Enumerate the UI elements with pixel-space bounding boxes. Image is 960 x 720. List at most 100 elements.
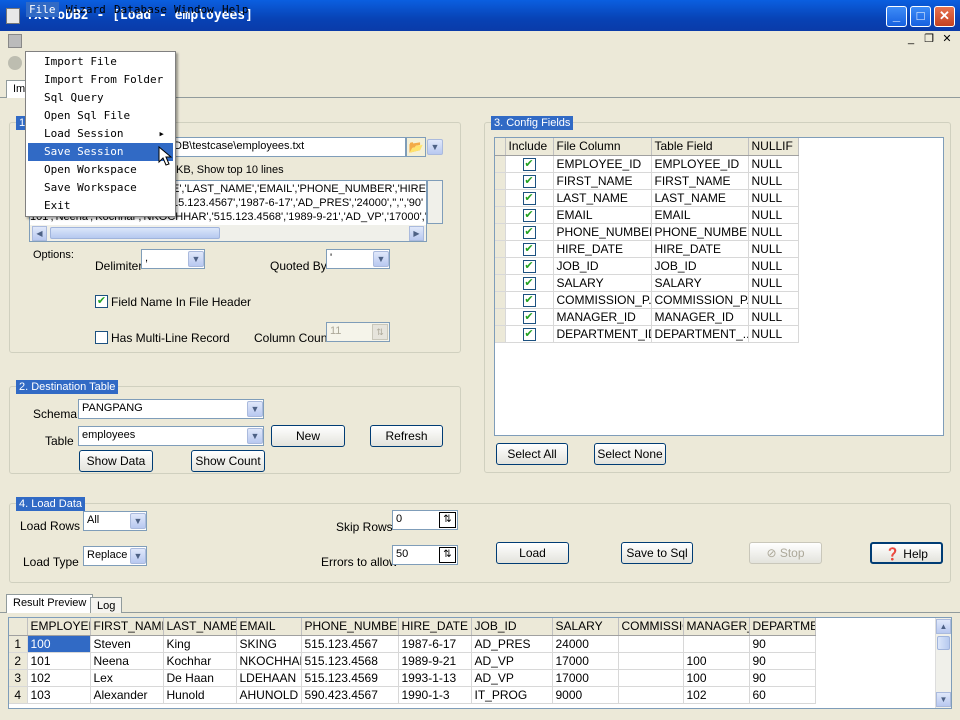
menu-item-import-file[interactable]: Import File (28, 53, 173, 71)
table-field-cell[interactable]: LAST_NAME (651, 189, 749, 207)
result-cell[interactable]: Lex (90, 669, 164, 687)
result-cell[interactable]: 100 (683, 669, 750, 687)
load-button[interactable]: Load (496, 542, 569, 564)
new-table-button[interactable]: New (271, 425, 345, 447)
result-cell[interactable] (618, 652, 684, 670)
nullif-cell[interactable]: NULL (748, 325, 799, 343)
column-header-include[interactable]: Include (505, 138, 554, 156)
include-checkbox[interactable]: ✔ (522, 311, 536, 324)
result-cell[interactable]: SKING (236, 635, 302, 653)
file-column-cell[interactable]: HIRE_DATE (553, 240, 652, 258)
tab-result-preview[interactable]: Result Preview (6, 594, 94, 613)
result-cell[interactable]: IT_PROG (471, 686, 553, 704)
mdi-restore-icon[interactable]: ❐ (922, 33, 936, 47)
menu-item-import-from-folder[interactable]: Import From Folder (28, 71, 173, 89)
result-cell[interactable]: 17000 (552, 652, 619, 670)
result-cell[interactable]: 102 (27, 669, 91, 687)
multiline-checkbox[interactable] (95, 331, 108, 344)
include-checkbox[interactable]: ✔ (522, 209, 536, 222)
result-cell[interactable]: 515.123.4569 (301, 669, 399, 687)
result-column-header[interactable]: FIRST_NAME (90, 618, 164, 636)
include-checkbox[interactable]: ✔ (522, 260, 536, 273)
result-cell[interactable]: Neena (90, 652, 164, 670)
file-column-cell[interactable]: COMMISSION_P... (553, 291, 652, 309)
result-cell[interactable]: 1989-9-21 (398, 652, 472, 670)
include-checkbox[interactable]: ✔ (522, 277, 536, 290)
column-header-table-field[interactable]: Table Field (651, 138, 749, 156)
result-preview-grid[interactable]: EMPLOYEE_FIRST_NAMELAST_NAMEEMAILPHONE_N… (8, 617, 952, 709)
row-header[interactable] (495, 291, 506, 309)
result-scroll-thumb[interactable] (937, 636, 950, 650)
delimiter-dropdown-icon[interactable]: ▼ (188, 251, 204, 267)
config-field-row[interactable]: ✔ FIRST_NAME FIRST_NAME NULL (495, 172, 799, 190)
mdi-close-icon[interactable]: ✕ (940, 33, 954, 47)
nullif-cell[interactable]: NULL (748, 206, 799, 224)
result-column-header[interactable]: EMAIL (236, 618, 302, 636)
nullif-cell[interactable]: NULL (748, 172, 799, 190)
close-button[interactable]: ✕ (934, 6, 955, 27)
menu-item-open-workspace[interactable]: Open Workspace (28, 161, 173, 179)
row-header[interactable] (495, 155, 506, 173)
menu-help[interactable]: Help (219, 2, 252, 17)
include-checkbox[interactable]: ✔ (522, 294, 536, 307)
result-cell[interactable]: AD_PRES (471, 635, 553, 653)
result-cell[interactable] (618, 686, 684, 704)
row-number[interactable]: 1 (9, 635, 28, 653)
table-field-cell[interactable]: COMMISSION_P... (651, 291, 749, 309)
row-number[interactable]: 2 (9, 652, 28, 670)
show-data-button[interactable]: Show Data (79, 450, 153, 472)
nullif-cell[interactable]: NULL (748, 291, 799, 309)
table-field-cell[interactable]: EMAIL (651, 206, 749, 224)
result-cell[interactable]: 17000 (552, 669, 619, 687)
result-cell[interactable] (618, 635, 684, 653)
column-header-nullif[interactable]: NULLIF (748, 138, 799, 156)
config-fields-grid[interactable]: Include File Column Table Field NULLIF ✔… (494, 137, 944, 436)
result-vscrollbar[interactable]: ▲ ▼ (935, 618, 951, 708)
file-column-cell[interactable]: JOB_ID (553, 257, 652, 275)
result-cell[interactable]: 24000 (552, 635, 619, 653)
load-rows-dropdown-icon[interactable]: ▼ (130, 513, 146, 529)
result-cell[interactable]: AHUNOLD (236, 686, 302, 704)
result-cell[interactable]: 590.423.4567 (301, 686, 399, 704)
schema-dropdown-icon[interactable]: ▼ (247, 401, 263, 417)
result-row[interactable]: 2101NeenaKochharNKOCHHAR515.123.45681989… (9, 652, 816, 670)
stop-button[interactable]: ⊘ Stop (749, 542, 822, 564)
child-window-icon[interactable] (8, 34, 22, 48)
result-cell[interactable] (618, 669, 684, 687)
result-cell[interactable]: 1993-1-13 (398, 669, 472, 687)
include-checkbox[interactable]: ✔ (522, 243, 536, 256)
table-field-cell[interactable]: SALARY (651, 274, 749, 292)
row-header[interactable] (495, 257, 506, 275)
result-cell[interactable]: 102 (683, 686, 750, 704)
result-cell[interactable]: Kochhar (163, 652, 237, 670)
result-column-header[interactable]: EMPLOYEE_ (27, 618, 91, 636)
menu-wizard[interactable]: Wizard (63, 2, 109, 17)
result-column-header[interactable]: MANAGER_I (683, 618, 750, 636)
preview-scroll-thumb[interactable] (50, 227, 220, 239)
file-column-cell[interactable]: MANAGER_ID (553, 308, 652, 326)
result-column-header[interactable]: COMMISSIO (618, 618, 684, 636)
file-path-input[interactable]: DB\testcase\employees.txt (170, 137, 406, 157)
table-field-cell[interactable]: FIRST_NAME (651, 172, 749, 190)
row-number[interactable]: 3 (9, 669, 28, 687)
file-column-cell[interactable]: SALARY (553, 274, 652, 292)
result-cell[interactable]: De Haan (163, 669, 237, 687)
row-header[interactable] (495, 223, 506, 241)
include-checkbox[interactable]: ✔ (522, 175, 536, 188)
config-field-row[interactable]: ✔ SALARY SALARY NULL (495, 274, 799, 292)
errors-allow-spin-icon[interactable]: ⇅ (439, 547, 456, 563)
toolbar-icon[interactable] (8, 56, 22, 70)
result-cell[interactable]: 1990-1-3 (398, 686, 472, 704)
menu-window[interactable]: Window (171, 2, 217, 17)
file-column-cell[interactable]: FIRST_NAME (553, 172, 652, 190)
config-field-row[interactable]: ✔ JOB_ID JOB_ID NULL (495, 257, 799, 275)
config-field-row[interactable]: ✔ HIRE_DATE HIRE_DATE NULL (495, 240, 799, 258)
config-field-row[interactable]: ✔ EMAIL EMAIL NULL (495, 206, 799, 224)
help-button[interactable]: ❓ Help (870, 542, 943, 564)
preview-vscrollbar[interactable] (427, 180, 443, 224)
mdi-minimize-icon[interactable]: _ (904, 33, 918, 47)
skip-rows-spin-icon[interactable]: ⇅ (439, 512, 456, 528)
select-none-button[interactable]: Select None (594, 443, 666, 465)
field-name-header-checkbox[interactable]: ✔ (95, 295, 108, 308)
result-cell[interactable]: 101 (27, 652, 91, 670)
